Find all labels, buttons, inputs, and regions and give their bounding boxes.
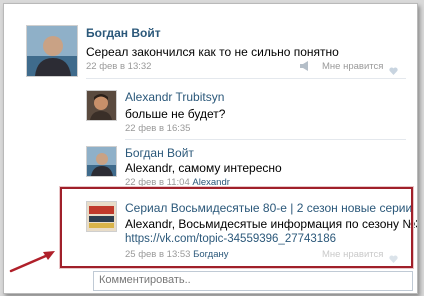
highlight-frame	[60, 187, 413, 268]
avatar[interactable]	[26, 25, 78, 77]
like-button[interactable]: Мне нравится	[322, 61, 383, 72]
avatar[interactable]	[86, 146, 117, 177]
divider	[125, 139, 406, 140]
comment-text: Сереал закончился как то не сильно понят…	[86, 45, 339, 59]
arrow-icon	[8, 248, 58, 274]
comment-text: больше не будет?	[125, 107, 226, 121]
comment-date[interactable]: 22 фев в 13:32	[86, 61, 151, 72]
comment-date[interactable]: 22 фев в 16:35	[125, 123, 190, 134]
divider	[86, 78, 406, 79]
comment-input-placeholder: Комментировать..	[99, 274, 191, 286]
author-name[interactable]: Богдан Войт	[125, 146, 194, 160]
comment-text: Alexandr, самому интересно	[125, 161, 282, 175]
author-name[interactable]: Богдан Войт	[86, 26, 161, 40]
heart-icon[interactable]	[389, 62, 398, 75]
avatar[interactable]	[86, 90, 117, 121]
megaphone-icon[interactable]	[299, 61, 310, 74]
author-name[interactable]: Alexandr Trubitsyn	[125, 90, 224, 104]
comment-input[interactable]: Комментировать..	[93, 271, 413, 291]
